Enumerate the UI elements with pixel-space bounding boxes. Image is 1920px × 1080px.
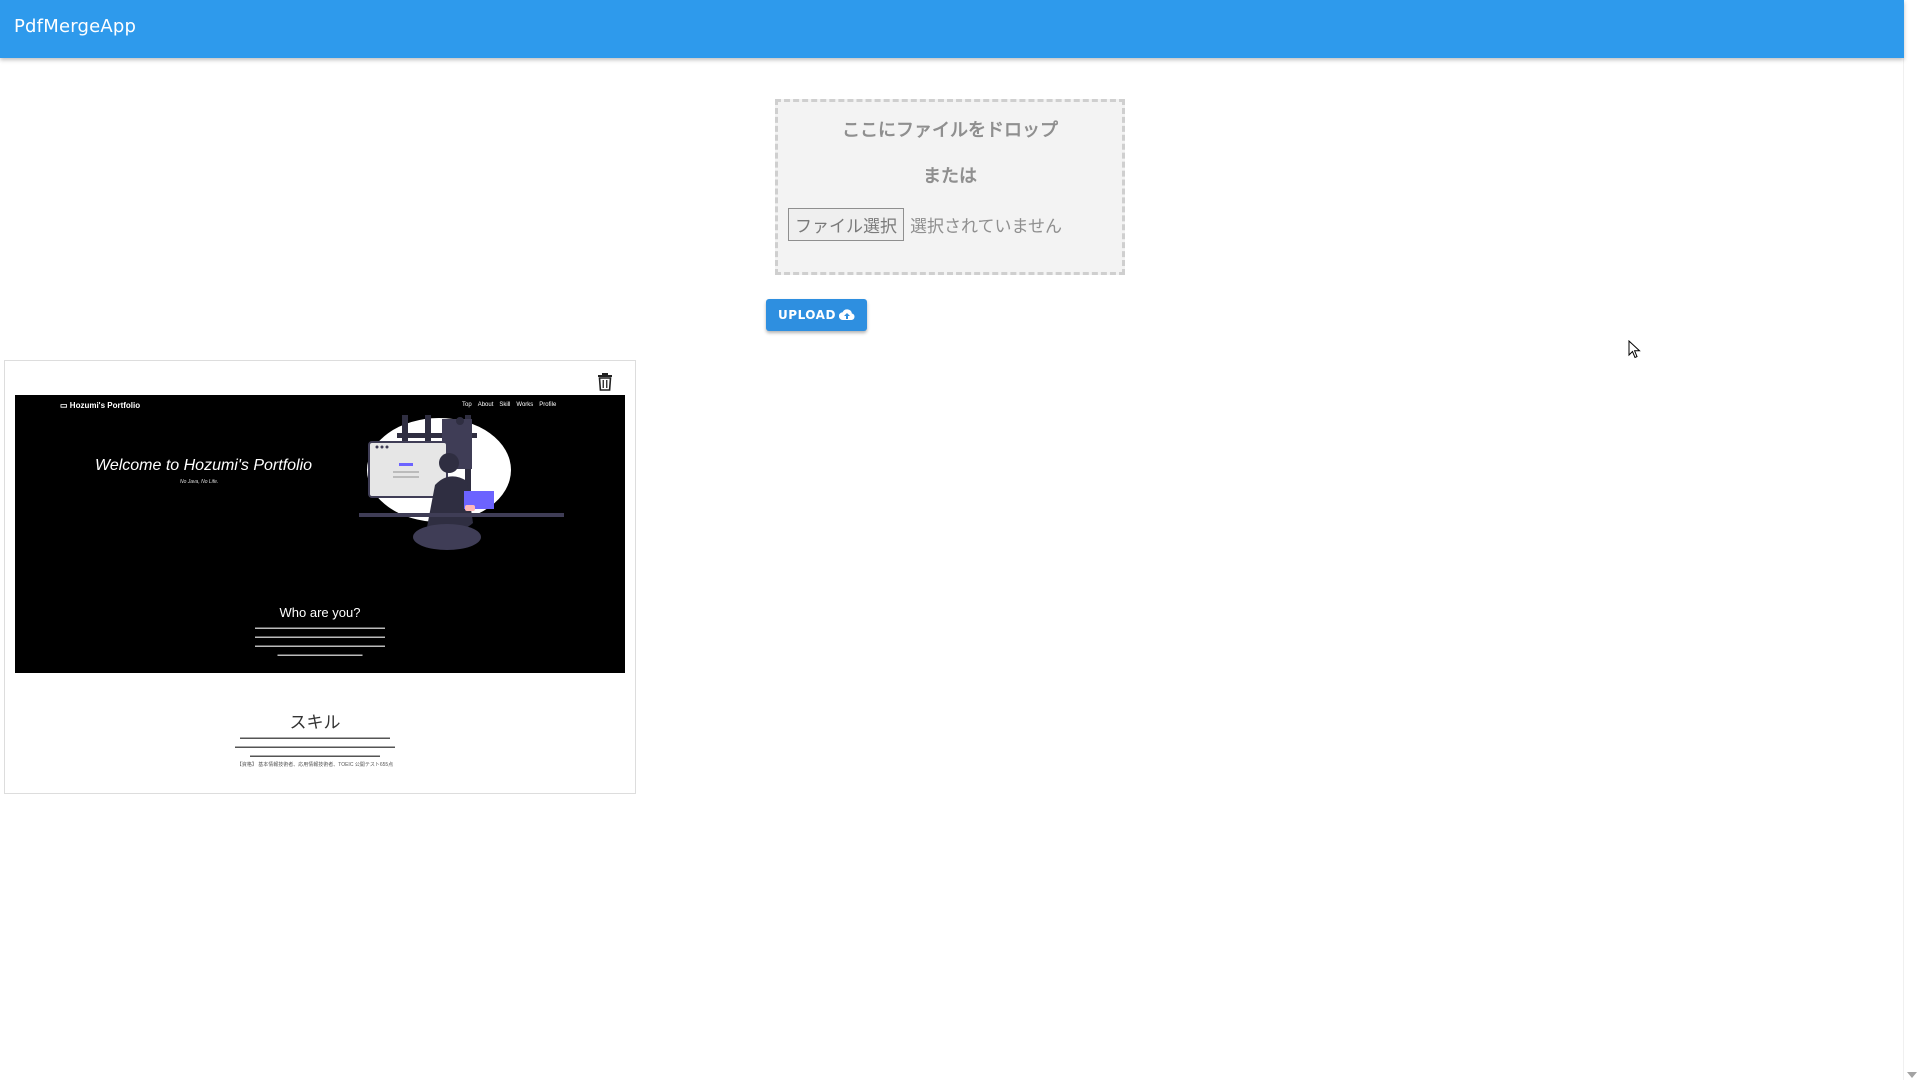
or-separator: または <box>923 166 977 187</box>
nav-item: About <box>477 402 494 408</box>
skill-qualifications: 【資格】 基本情報技術者、応用情報技術者、TOEIC 公開テスト655点 <box>236 762 394 768</box>
person-at-computer-illustration <box>359 415 564 550</box>
pdf-page-preview: ▭ Hozumi's Portfolio Top About Skill Wor… <box>15 395 625 673</box>
text-placeholder-line: ▬▬▬▬▬▬▬▬▬▬▬▬▬▬▬▬▬▬▬▬▬▬▬▬▬▬▬▬▬▬▬▬ <box>235 744 395 750</box>
vertical-scrollbar[interactable] <box>1903 0 1920 1080</box>
who-heading: Who are you? <box>279 605 361 620</box>
cloud-upload-icon <box>838 309 855 321</box>
nav-item: Skill <box>499 402 511 408</box>
pdf-preview-card: ▭ Hozumi's Portfolio Top About Skill Wor… <box>4 360 636 794</box>
upload-button[interactable]: UPLOAD <box>766 299 867 331</box>
text-placeholder-line: ▬▬▬▬▬▬▬▬▬▬▬▬▬▬▬▬▬▬▬▬▬▬▬▬▬▬▬▬▬▬ <box>240 735 390 741</box>
text-placeholder-line: ▬▬▬▬▬▬▬▬▬▬▬▬▬▬▬▬▬ <box>277 652 363 658</box>
who-body-text: ▬▬▬▬▬▬▬▬▬▬▬▬▬▬▬▬▬▬▬▬▬▬▬▬▬▬ ▬▬▬▬▬▬▬▬▬▬▬▬▬… <box>190 624 450 660</box>
file-input[interactable]: ファイル選択 選択されていません <box>788 208 1062 241</box>
file-drop-zone[interactable]: ここにファイルをドロップ または ファイル選択 選択されていません <box>775 99 1125 275</box>
mouse-cursor-icon <box>1628 340 1641 359</box>
upload-button-label: UPLOAD <box>778 308 836 322</box>
laptop-icon: ▭ <box>60 401 68 410</box>
text-placeholder-line: ▬▬▬▬▬▬▬▬▬▬▬▬▬▬▬▬▬▬▬▬▬▬▬▬▬▬ <box>250 753 380 759</box>
text-placeholder-line: ▬▬▬▬▬▬▬▬▬▬▬▬▬▬▬▬▬▬▬▬▬▬▬▬▬▬ <box>255 625 385 631</box>
trash-icon[interactable] <box>597 373 613 391</box>
file-status-text: 選択されていません <box>910 217 1062 237</box>
text-placeholder-line: ▬▬▬▬▬▬▬▬▬▬▬▬▬▬▬▬▬▬▬▬▬▬▬▬▬▬ <box>255 643 385 649</box>
scroll-down-arrow-icon[interactable] <box>1907 1072 1917 1078</box>
welcome-subtitle: No Java, No Life. <box>180 479 219 485</box>
welcome-heading: Welcome to Hozumi's Portfolio <box>95 457 313 474</box>
nav-item: Profile <box>539 402 557 408</box>
skill-heading: スキル <box>289 713 341 732</box>
site-nav: Top About Skill Works Profile <box>462 402 556 408</box>
drop-instruction: ここにファイルをドロップ <box>842 120 1058 141</box>
skill-body-text: ▬▬▬▬▬▬▬▬▬▬▬▬▬▬▬▬▬▬▬▬▬▬▬▬▬▬▬▬▬▬ ▬▬▬▬▬▬▬▬▬… <box>165 734 465 770</box>
text-placeholder-line: ▬▬▬▬▬▬▬▬▬▬▬▬▬▬▬▬▬▬▬▬▬▬▬▬▬▬ <box>255 634 385 640</box>
nav-item: Top <box>462 402 472 408</box>
nav-item: Works <box>516 402 534 408</box>
app-bar: PdfMergeApp <box>0 0 1904 58</box>
site-logo: ▭ Hozumi's Portfolio <box>60 401 141 410</box>
app-title: PdfMergeApp <box>14 16 137 37</box>
choose-file-button[interactable]: ファイル選択 <box>788 208 904 241</box>
